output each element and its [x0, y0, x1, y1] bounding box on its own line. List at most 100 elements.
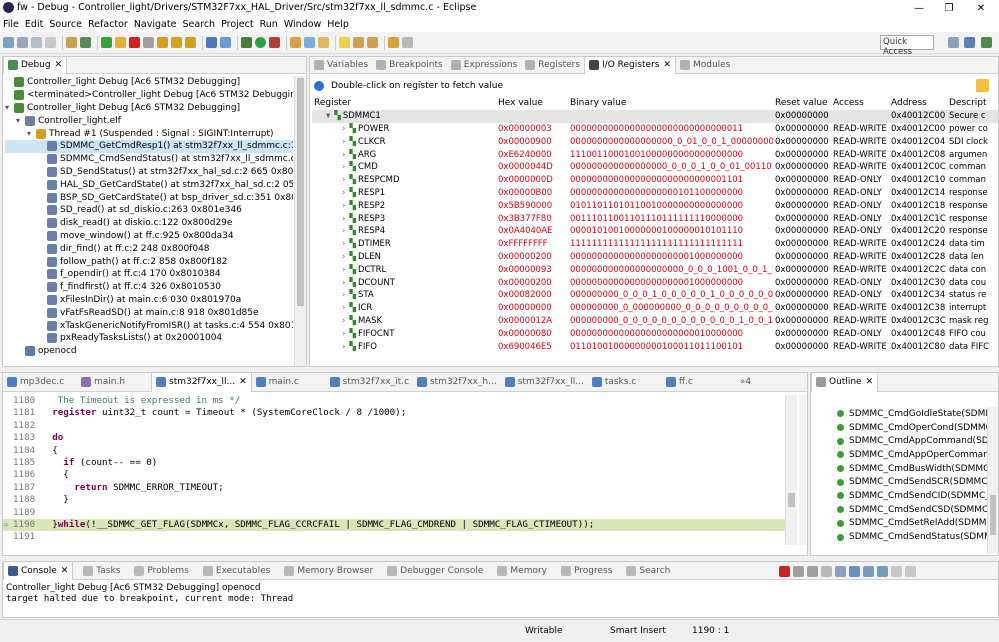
debug-tree-item[interactable]: SDMMC_CmdSendStatus() at stm32f7xx_ll_sd…: [5, 153, 293, 166]
debug-tree-item[interactable]: f_opendir() at ff.c:4 170 0x8010384: [5, 268, 293, 281]
save-all-icon[interactable]: [31, 37, 42, 48]
debug-tree-item[interactable]: xTaskGenericNotifyFromISR() at tasks.c:4…: [5, 319, 293, 332]
debug-tree-item[interactable]: xFilesInDir() at main.c:6 030 0x801970a: [5, 294, 293, 307]
disconnect-icon[interactable]: [143, 37, 154, 48]
debug-tree-item[interactable]: move_window() at ff.c:925 0x800da34: [5, 230, 293, 243]
editor-tab[interactable]: tasks.c: [588, 373, 662, 392]
expand-chevron-icon[interactable]: ›: [342, 214, 345, 224]
collapse-chevron-icon[interactable]: ▾: [326, 111, 330, 121]
expand-chevron-icon[interactable]: ›: [342, 226, 345, 236]
column-header[interactable]: Register: [312, 97, 496, 110]
outline-item[interactable]: SDMMC_CmdGoIdleState(SDMMC: [811, 407, 987, 421]
clear-console-icon[interactable]: [821, 565, 832, 577]
register-row[interactable]: › ▚ DTIMER 0xFFFFFFFF 1111111111111111111111…: [312, 238, 998, 251]
breakpoint-gutter[interactable]: [3, 507, 13, 518]
breakpoint-gutter[interactable]: [3, 407, 13, 418]
tab-memory-browser[interactable]: Memory Browser: [280, 562, 377, 580]
terminate-icon[interactable]: [129, 37, 140, 48]
register-row[interactable]: › ▚ RESP1 0x00000B00 00000000000000000000101…: [312, 187, 998, 200]
open-console-icon[interactable]: [863, 565, 874, 577]
console-output[interactable]: target halted due to breakpoint, current…: [6, 594, 996, 604]
breakpoint-gutter[interactable]: ⇨: [3, 519, 13, 530]
close-tab-icon[interactable]: ✕: [663, 60, 671, 70]
expand-chevron-icon[interactable]: ›: [342, 239, 345, 249]
column-header[interactable]: Binary value: [568, 97, 773, 110]
menu-run[interactable]: Run: [260, 19, 278, 30]
tab-search[interactable]: Search: [622, 562, 674, 580]
column-header[interactable]: Address: [889, 97, 947, 110]
register-row[interactable]: › ▚ POWER 0x00000003 00000000000000000000000…: [312, 123, 998, 136]
outline-item[interactable]: SDMMC_CmdSetRelAdd(SDMMC: [811, 517, 987, 531]
debug-tree-item[interactable]: follow_path() at ff.c:2 858 0x800f182: [5, 255, 293, 268]
debug-tree-item[interactable]: Controller_light Debug [Ac6 STM32 Debugg…: [5, 76, 293, 89]
forward-icon[interactable]: [402, 37, 413, 48]
expand-chevron-icon[interactable]: ›: [342, 329, 345, 339]
pin-console-icon[interactable]: [849, 565, 860, 577]
tab-registers[interactable]: Registers: [521, 57, 584, 74]
code-line[interactable]: 1191: [3, 531, 793, 543]
expand-chevron-icon[interactable]: ›: [342, 188, 345, 198]
debug-tree-item[interactable]: disk_read() at diskio.c:122 0x800d29e: [5, 217, 293, 230]
code-editor[interactable]: 1180 The Timeout is expressed in ms */ 1…: [3, 395, 793, 553]
back-icon[interactable]: [388, 37, 399, 48]
debug-tree-item[interactable]: ▾ Thread #1 (Suspended : Signal : SIGINT:…: [5, 127, 293, 140]
register-row[interactable]: › ▚ DCTRL 0x00000093 000000000000000000000_0…: [312, 263, 998, 276]
open-task-icon[interactable]: [304, 37, 315, 48]
breakpoint-gutter[interactable]: [3, 395, 13, 406]
display-console-icon[interactable]: [877, 565, 888, 577]
tab-i-o-registers[interactable]: I/O Registers ✕: [584, 56, 676, 74]
code-line[interactable]: 1182: [3, 420, 793, 432]
menu-window[interactable]: Window: [284, 19, 321, 30]
register-row[interactable]: › ▚ DLEN 0x00000200 000000000000000000000010…: [312, 251, 998, 264]
terminate-console-icon[interactable]: [779, 565, 790, 577]
register-row[interactable]: › ▚ CLKCR 0x00000900 0000000000000000000_0_0…: [312, 135, 998, 148]
tab-progress[interactable]: Progress: [557, 562, 616, 580]
debug-tree-item[interactable]: f_findfirst() at ff.c:4 326 0x8010530: [5, 281, 293, 294]
debug-tree-item[interactable]: <terminated>Controller_light Debug [Ac6 …: [5, 89, 293, 102]
breakpoint-gutter[interactable]: [3, 432, 13, 443]
debug-tree-item[interactable]: openocd: [5, 345, 293, 358]
outline-item[interactable]: SDMMC_CmdAppCommand(SDM: [811, 434, 987, 448]
register-row[interactable]: › ▚ RESP2 0x5B590000 01011011010110010000000…: [312, 199, 998, 212]
maximize-view-icon[interactable]: [905, 565, 916, 577]
outline-item[interactable]: SDMMC_CmdSendSCR(SDMMC_T: [811, 475, 987, 489]
editor-tab[interactable]: stm32f7xx_h...: [413, 373, 501, 392]
expand-chevron-icon[interactable]: ▾: [5, 103, 14, 112]
code-line[interactable]: 1181 register uint32_t count = Timeout *…: [3, 407, 793, 419]
menu-project[interactable]: Project: [221, 19, 254, 30]
expand-chevron-icon[interactable]: ›: [342, 137, 345, 147]
expand-chevron-icon[interactable]: ›: [342, 201, 345, 211]
quick-access-field[interactable]: Quick Access: [880, 35, 934, 57]
expand-chevron-icon[interactable]: ›: [342, 175, 345, 185]
remove-all-icon[interactable]: [807, 565, 818, 577]
debug-tree-item[interactable]: vFatFsReadSD() at main.c:8 918 0x801d85e: [5, 306, 293, 319]
tab-expressions[interactable]: Expressions: [447, 57, 522, 74]
column-header[interactable]: Reset value: [773, 97, 831, 110]
step-into-icon[interactable]: [157, 37, 168, 48]
pin-view-icon[interactable]: [976, 79, 989, 92]
tab-variables[interactable]: Variables: [310, 57, 372, 74]
register-row[interactable]: › ▚ FIFOCNT 0x00000080 000000000000000000000…: [312, 327, 998, 340]
breakpoint-gutter[interactable]: [3, 494, 13, 505]
breakpoint-gutter[interactable]: [3, 420, 13, 431]
register-row[interactable]: › ▚ MASK 0x0000012A 000000000_0_0_0_0_0_0_0_…: [312, 315, 998, 328]
expand-chevron-icon[interactable]: ›: [342, 124, 345, 134]
menu-search[interactable]: Search: [182, 19, 215, 30]
minimize-view-icon[interactable]: [891, 565, 902, 577]
tab-debug[interactable]: Debug ✕: [3, 56, 68, 74]
minimize-button[interactable]: —: [904, 0, 934, 16]
menu-source[interactable]: Source: [49, 19, 82, 30]
skip-breakpoints-icon[interactable]: [80, 37, 91, 48]
code-line[interactable]: 1187 return SDMMC_ERROR_TIMEOUT;: [3, 482, 793, 494]
close-tab-icon[interactable]: ✕: [866, 377, 874, 387]
expand-chevron-icon[interactable]: ›: [342, 342, 345, 352]
tab-breakpoints[interactable]: Breakpoints: [372, 57, 447, 74]
expand-chevron-icon[interactable]: ›: [342, 303, 345, 313]
close-tab-icon[interactable]: ✕: [239, 377, 247, 387]
debug-tree-item[interactable]: ▾ Controller_light Debug [Ac6 STM32 Debug…: [5, 102, 293, 115]
code-line[interactable]: 1185 if (count-- == 0): [3, 457, 793, 469]
toggle-mark-occurrences-icon[interactable]: [339, 37, 350, 48]
column-header[interactable]: Descript: [947, 97, 998, 110]
editor-tab[interactable]: mp3dec.c: [3, 373, 77, 392]
outline-item[interactable]: SDMMC_CmdOperCond(SDMMC_: [811, 421, 987, 435]
